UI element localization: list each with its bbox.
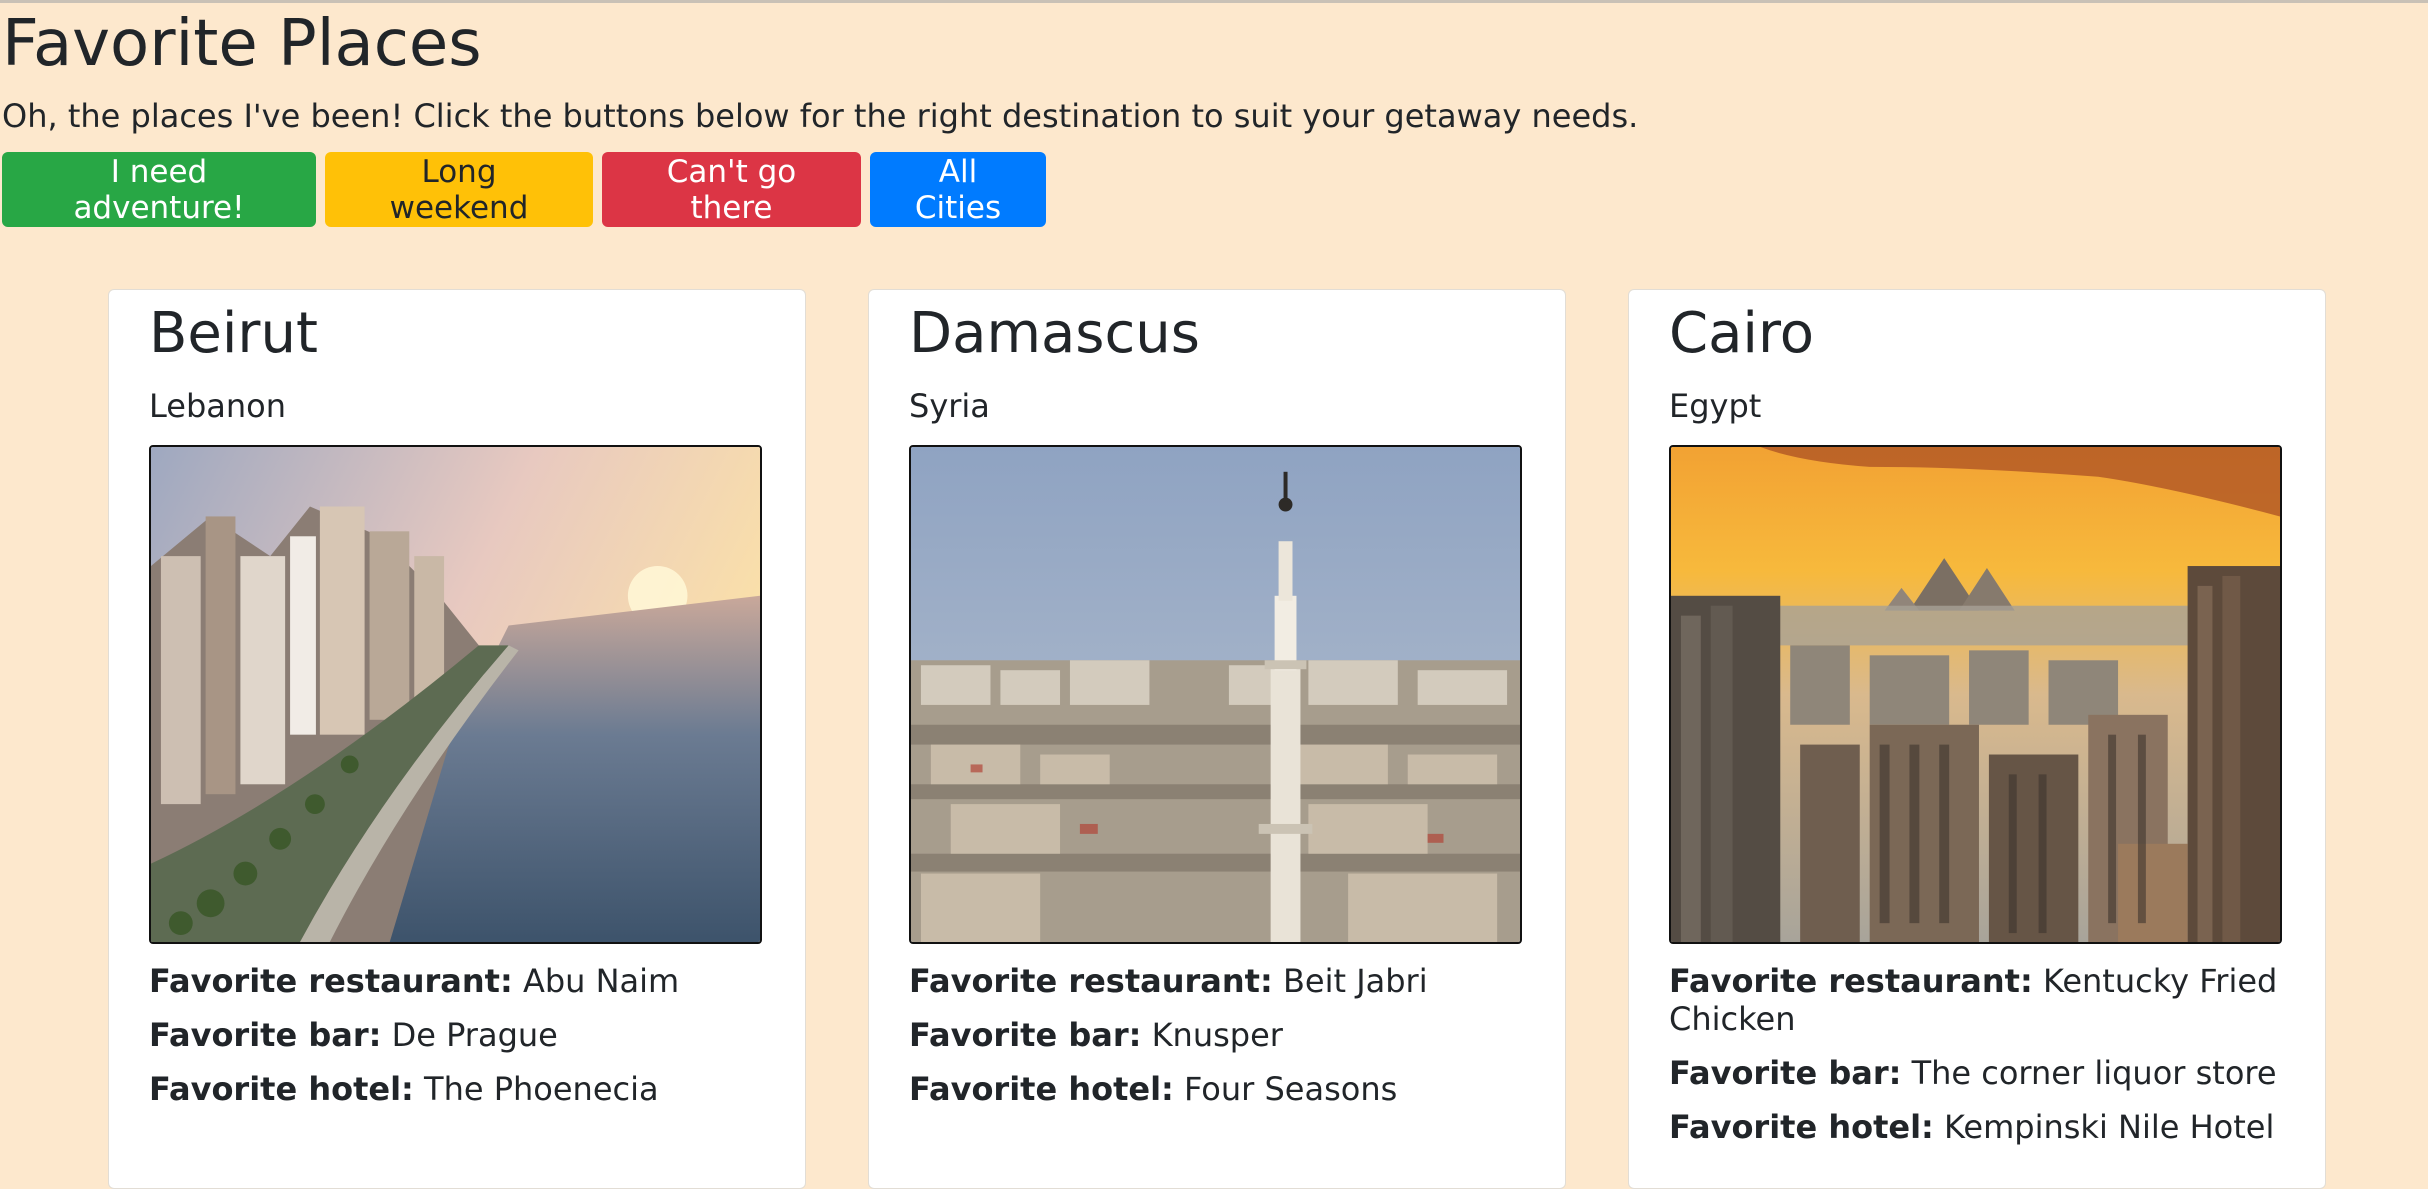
restaurant-label: Favorite restaurant: bbox=[909, 962, 1273, 1000]
restaurant-label: Favorite restaurant: bbox=[1669, 962, 2033, 1000]
hotel-label: Favorite hotel: bbox=[909, 1070, 1174, 1108]
city-card-beirut: Beirut Lebanon Favorite restaurant: Abu … bbox=[108, 289, 806, 1189]
bar-value: Knusper bbox=[1151, 1016, 1283, 1054]
hotel-value: Four Seasons bbox=[1184, 1070, 1398, 1108]
bar-value: The corner liquor store bbox=[1911, 1054, 2277, 1092]
favorite-restaurant: Favorite restaurant: Kentucky Fried Chic… bbox=[1669, 962, 2289, 1038]
country-name: Syria bbox=[909, 387, 990, 425]
bar-label: Favorite bar: bbox=[909, 1016, 1142, 1054]
favorites-list: Favorite restaurant: Abu Naim Favorite b… bbox=[149, 962, 769, 1124]
favorites-list: Favorite restaurant: Kentucky Fried Chic… bbox=[1669, 962, 2289, 1162]
page-title: Favorite Places bbox=[2, 7, 482, 81]
bar-label: Favorite bar: bbox=[149, 1016, 382, 1054]
long-weekend-button[interactable]: Long weekend bbox=[325, 152, 593, 227]
country-name: Lebanon bbox=[149, 387, 287, 425]
adventure-button[interactable]: I need adventure! bbox=[2, 152, 316, 227]
city-card-cairo: Cairo Egypt Favorite restaurant: Kentuck… bbox=[1628, 289, 2326, 1189]
all-cities-button[interactable]: All Cities bbox=[870, 152, 1046, 227]
favorite-hotel: Favorite hotel: Four Seasons bbox=[909, 1070, 1529, 1108]
restaurant-value: Beit Jabri bbox=[1282, 962, 1428, 1000]
city-card-damascus: Damascus Syria Favorite restaurant: Beit… bbox=[868, 289, 1566, 1189]
intro-text: Oh, the places I've been! Click the butt… bbox=[2, 97, 1639, 135]
top-rule bbox=[0, 0, 2428, 3]
city-name: Beirut bbox=[149, 301, 318, 366]
hotel-label: Favorite hotel: bbox=[1669, 1108, 1934, 1146]
restaurant-label: Favorite restaurant: bbox=[149, 962, 513, 1000]
favorite-restaurant: Favorite restaurant: Beit Jabri bbox=[909, 962, 1529, 1000]
favorite-bar: Favorite bar: The corner liquor store bbox=[1669, 1054, 2289, 1092]
city-name: Damascus bbox=[909, 301, 1200, 366]
hotel-label: Favorite hotel: bbox=[149, 1070, 414, 1108]
favorites-list: Favorite restaurant: Beit Jabri Favorite… bbox=[909, 962, 1529, 1124]
restaurant-value: Abu Naim bbox=[522, 962, 680, 1000]
bar-label: Favorite bar: bbox=[1669, 1054, 1902, 1092]
city-photo bbox=[1669, 445, 2282, 944]
favorite-bar: Favorite bar: De Prague bbox=[149, 1016, 769, 1054]
hotel-value: Kempinski Nile Hotel bbox=[1944, 1108, 2275, 1146]
favorite-bar: Favorite bar: Knusper bbox=[909, 1016, 1529, 1054]
filter-button-group: I need adventure! Long weekend Can't go … bbox=[2, 152, 1046, 227]
hotel-value: The Phoenecia bbox=[424, 1070, 659, 1108]
cant-go-there-button[interactable]: Can't go there bbox=[602, 152, 861, 227]
country-name: Egypt bbox=[1669, 387, 1762, 425]
favorite-restaurant: Favorite restaurant: Abu Naim bbox=[149, 962, 769, 1000]
favorite-hotel: Favorite hotel: The Phoenecia bbox=[149, 1070, 769, 1108]
favorite-hotel: Favorite hotel: Kempinski Nile Hotel bbox=[1669, 1108, 2289, 1146]
city-photo bbox=[909, 445, 1522, 944]
city-name: Cairo bbox=[1669, 301, 1815, 366]
city-photo bbox=[149, 445, 762, 944]
bar-value: De Prague bbox=[391, 1016, 558, 1054]
